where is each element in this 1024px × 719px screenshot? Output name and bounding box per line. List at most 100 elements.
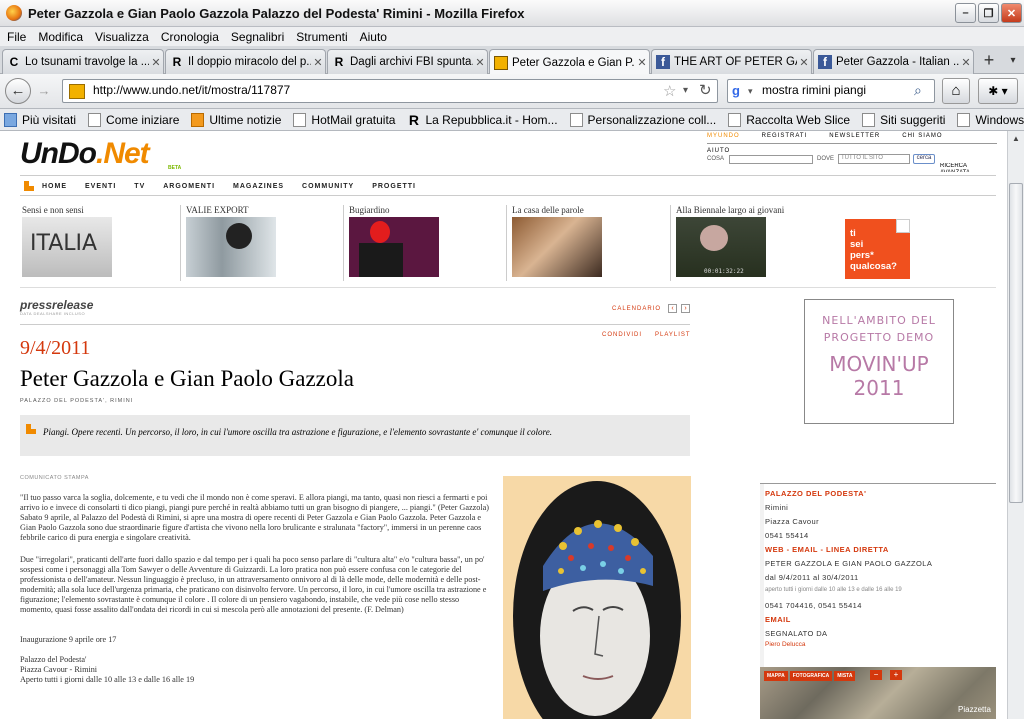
info-segnalato-name[interactable]: Piero Delucca xyxy=(765,641,805,648)
cerca-button[interactable]: cerca xyxy=(913,154,935,164)
bookmark-siti-suggeriti[interactable]: Siti suggeriti xyxy=(862,112,945,127)
nav-community[interactable]: COMMUNITY xyxy=(302,183,354,190)
map-button-fotografica[interactable]: FOTOGRAFICA xyxy=(789,671,833,681)
bookmark-star-icon[interactable]: ☆ xyxy=(663,82,676,100)
new-tab-button[interactable]: + xyxy=(978,50,1000,72)
movinup-ad[interactable]: NELL'AMBITO DEL PROGETTO DEMO MOVIN'UP 2… xyxy=(804,299,954,424)
search-icon[interactable]: ⌕ xyxy=(914,82,922,99)
condividi-link[interactable]: CONDIVIDI xyxy=(602,332,642,338)
feature-thumb-5[interactable]: 00:01:32:22 xyxy=(676,217,766,277)
map-button-mappa[interactable]: MAPPA xyxy=(764,671,788,681)
tab-5[interactable]: fTHE ART OF PETER GA...✕ xyxy=(651,49,812,74)
tab-4-active[interactable]: Peter Gazzola e Gian P... ✕ xyxy=(489,49,650,75)
menu-visualizza[interactable]: Visualizza xyxy=(95,30,149,44)
tab-2[interactable]: R Il doppio miracolo del p... ✕ xyxy=(165,49,326,74)
nav-progetti[interactable]: PROGETTI xyxy=(372,183,416,190)
map[interactable]: MAPPA FOTOGRAFICA MISTA − + Piazzetta xyxy=(760,667,996,719)
myundo-link[interactable]: MYUNDO xyxy=(707,133,740,139)
calendario-link[interactable]: CALENDARIO xyxy=(612,306,661,312)
chi-siamo-link[interactable]: CHI SIAMO xyxy=(902,133,942,139)
tab-close-icon[interactable]: ✕ xyxy=(149,56,163,69)
prev-arrow-icon[interactable]: ‹ xyxy=(668,304,677,313)
info-web-link[interactable]: WEB - EMAIL - LINEA DIRETTA xyxy=(765,545,889,554)
dove-select[interactable]: TUTTO IL SITO xyxy=(838,154,910,164)
back-arrow-icon[interactable]: ← xyxy=(5,78,31,104)
tab-6[interactable]: f Peter Gazzola - Italian ... ✕ xyxy=(813,49,974,74)
zoom-in-button[interactable]: + xyxy=(890,670,902,680)
tab-close-icon[interactable]: ✕ xyxy=(473,56,487,69)
info-venue[interactable]: PALAZZO DEL PODESTA' xyxy=(765,489,866,498)
tab-list-chevron-icon[interactable]: ▾ xyxy=(1005,50,1021,72)
tab-close-icon[interactable]: ✕ xyxy=(959,56,973,69)
feature-label-3[interactable]: Bugiardino xyxy=(349,205,390,215)
reload-icon[interactable]: ↻ xyxy=(699,81,712,99)
info-phones: 0541 704416, 0541 55414 xyxy=(765,601,862,610)
aiuto-link[interactable]: AIUTO xyxy=(707,148,730,154)
video-timecode: 00:01:32:22 xyxy=(704,268,744,275)
tab-3[interactable]: R Dagli archivi FBI spunta... ✕ xyxy=(327,49,488,74)
url-input[interactable] xyxy=(93,83,653,97)
playlist-link[interactable]: PLAYLIST xyxy=(655,332,691,338)
nav-argomenti[interactable]: ARGOMENTI xyxy=(163,183,215,190)
thumb-shape xyxy=(370,221,390,243)
google-icon[interactable]: g xyxy=(732,83,740,98)
minimize-button[interactable]: – xyxy=(955,3,976,23)
url-dropdown-icon[interactable]: ▾ xyxy=(683,85,688,96)
zoom-out-button[interactable]: − xyxy=(870,670,882,680)
menu-aiuto[interactable]: Aiuto xyxy=(360,30,387,44)
menu-modifica[interactable]: Modifica xyxy=(38,30,83,44)
bookmark-web-slice[interactable]: Raccolta Web Slice xyxy=(728,112,850,127)
feature-thumb-2[interactable] xyxy=(186,217,276,277)
registrati-link[interactable]: REGISTRATI xyxy=(762,133,808,139)
nav-magazines[interactable]: MAGAZINES xyxy=(233,183,284,190)
ricerca-avanzata-link[interactable]: RICERCA AVANZATA xyxy=(940,163,996,172)
next-arrow-icon[interactable]: › xyxy=(681,304,690,313)
feature-label-4[interactable]: La casa delle parole xyxy=(512,205,584,215)
bookmark-windowsmedia[interactable]: WindowsMedia xyxy=(957,112,1024,127)
nav-home[interactable]: HOME xyxy=(42,183,67,190)
scroll-thumb[interactable] xyxy=(1009,183,1023,503)
scroll-up-arrow-icon[interactable]: ▲ xyxy=(1009,132,1023,146)
map-button-mista[interactable]: MISTA xyxy=(834,671,856,681)
page-icon xyxy=(957,112,971,127)
close-button[interactable]: ✕ xyxy=(1001,3,1022,23)
tab-close-icon[interactable]: ✕ xyxy=(635,56,649,69)
forward-arrow-icon[interactable]: → xyxy=(34,82,54,102)
menu-file[interactable]: File xyxy=(7,30,26,44)
feature-label-5[interactable]: Alla Biennale largo ai giovani xyxy=(676,205,784,215)
url-bar[interactable]: ☆ ▾ ↻ xyxy=(62,79,718,103)
search-engine-dropdown-icon[interactable]: ▾ xyxy=(748,86,753,97)
bookmark-ultime-notizie[interactable]: Ultime notizie xyxy=(191,112,281,127)
article-address-2: Piazza Cavour - Rimini xyxy=(20,665,98,674)
maximize-button[interactable]: ❐ xyxy=(978,3,999,23)
search-input[interactable] xyxy=(762,83,912,97)
feature-label-1[interactable]: Sensi e non sensi xyxy=(22,205,84,215)
menu-cronologia[interactable]: Cronologia xyxy=(161,30,219,44)
site-identity-icon[interactable] xyxy=(69,84,85,99)
cosa-input[interactable] xyxy=(729,155,813,164)
bookmark-come-iniziare[interactable]: Come iniziare xyxy=(88,112,179,127)
feature-label-2[interactable]: VALIE EXPORT xyxy=(186,205,249,215)
vertical-scrollbar[interactable]: ▲ xyxy=(1007,131,1024,719)
tab-1[interactable]: C Lo tsunami travolge la ... ✕ xyxy=(2,49,164,74)
feature-thumb-1[interactable]: ITALIA xyxy=(22,217,112,277)
nav-tv[interactable]: TV xyxy=(134,183,145,190)
tab-close-icon[interactable]: ✕ xyxy=(311,56,325,69)
feature-thumb-3[interactable] xyxy=(349,217,439,277)
tab-close-icon[interactable]: ✕ xyxy=(797,56,811,69)
nav-eventi[interactable]: EVENTI xyxy=(85,183,116,190)
bookmark-hotmail[interactable]: HotMail gratuita xyxy=(293,112,395,127)
home-icon[interactable]: ⌂ xyxy=(942,78,970,104)
menu-strumenti[interactable]: Strumenti xyxy=(296,30,347,44)
page-icon xyxy=(569,112,583,127)
bookmark-personalizzazione[interactable]: Personalizzazione coll... xyxy=(569,112,716,127)
newsletter-link[interactable]: NEWSLETTER xyxy=(829,133,880,139)
bookmark-repubblica[interactable]: R La Repubblica.it - Hom... xyxy=(407,112,558,128)
site-logo[interactable]: UnDo.Net xyxy=(20,137,150,171)
menu-segnalibri[interactable]: Segnalibri xyxy=(231,30,284,44)
addon-icon[interactable]: ✱ ▾ xyxy=(978,78,1018,104)
feature-thumb-4[interactable] xyxy=(512,217,602,277)
search-bar[interactable]: g ▾ ⌕ xyxy=(727,79,935,103)
info-email-link[interactable]: EMAIL xyxy=(765,615,791,624)
bookmark-piu-visitati[interactable]: Più visitati xyxy=(4,112,76,127)
